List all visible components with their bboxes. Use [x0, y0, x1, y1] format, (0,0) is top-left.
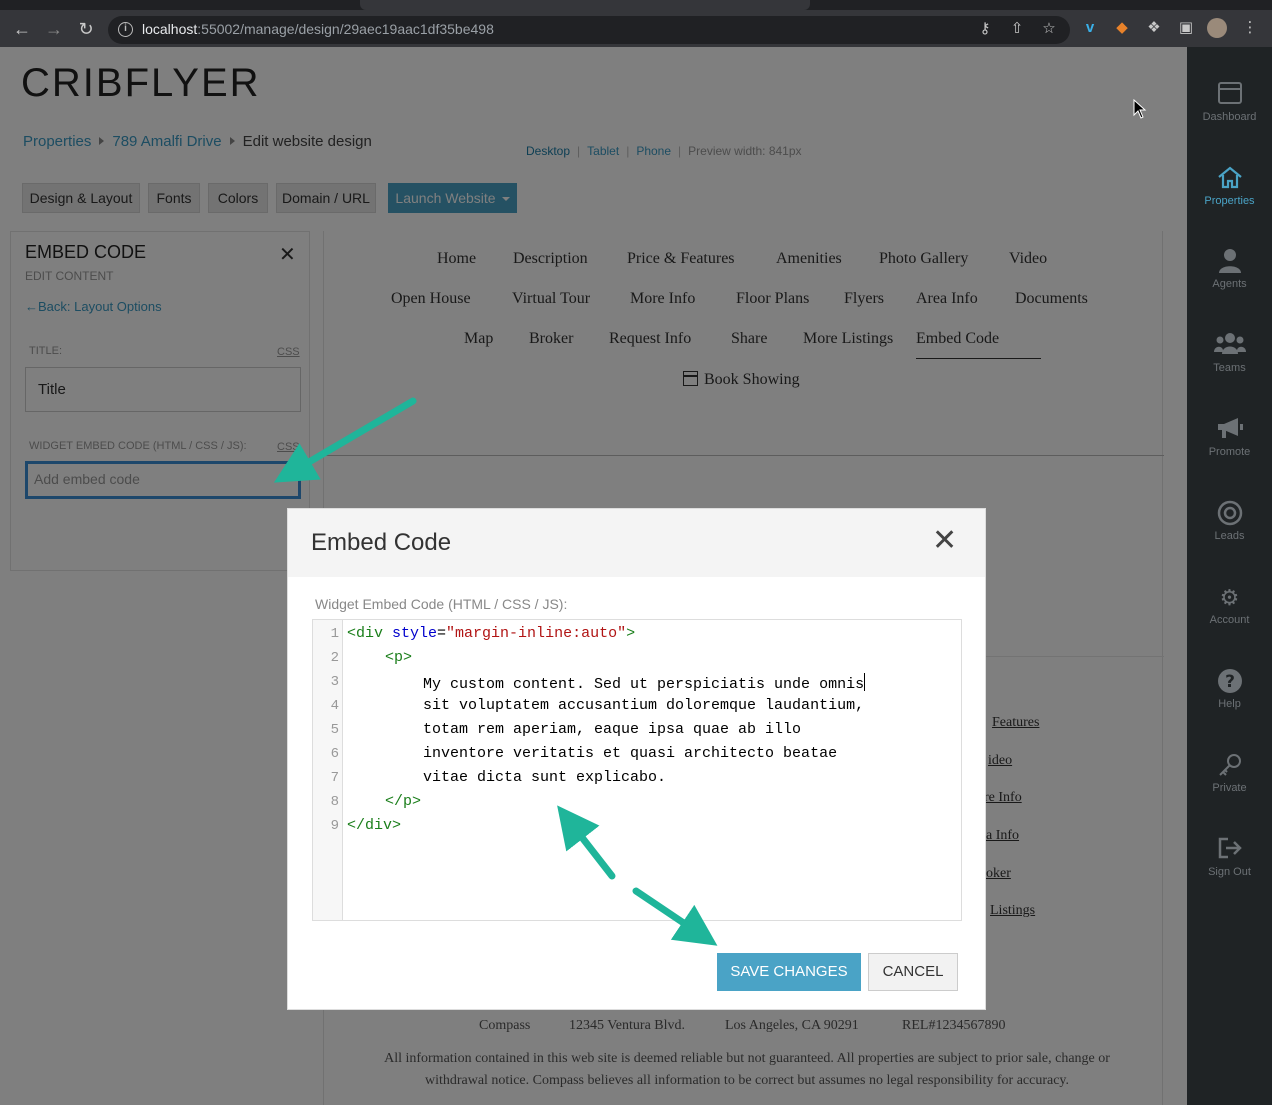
fox-extension-icon[interactable]: ◆	[1113, 19, 1131, 37]
line-number: 3	[330, 674, 339, 690]
text-cursor	[864, 673, 866, 691]
code-line[interactable]: inventore veritatis et quasi architecto …	[423, 745, 837, 762]
key-icon	[1187, 752, 1272, 780]
home-icon	[1187, 165, 1272, 193]
code-line[interactable]: <p>	[385, 649, 412, 666]
reload-icon[interactable]: ↻	[75, 18, 97, 40]
code-line[interactable]: sit voluptatem accusantium doloremque la…	[423, 697, 864, 714]
sidebar-item-sign-out[interactable]: Sign Out	[1187, 836, 1272, 878]
code-line[interactable]: totam rem aperiam, eaque ipsa quae ab il…	[423, 721, 801, 738]
sidebar-item-account[interactable]: ⚙ Account	[1187, 584, 1272, 626]
browser-chrome: ← → ↻ i localhost:55002/manage/design/29…	[0, 0, 1272, 47]
sidebar-label: Dashboard	[1202, 111, 1257, 123]
code-tag: <div	[347, 625, 393, 642]
forward-icon[interactable]: →	[43, 18, 65, 40]
menu-dots-icon[interactable]: ⋮	[1241, 19, 1259, 37]
address-bar[interactable]: i localhost:55002/manage/design/29aec19a…	[108, 16, 1070, 44]
sidebar-item-dashboard[interactable]: Dashboard	[1187, 81, 1272, 123]
sidebar-item-promote[interactable]: Promote	[1187, 416, 1272, 458]
sidebar-item-agents[interactable]: Agents	[1187, 248, 1272, 290]
site-info-icon[interactable]: i	[118, 22, 133, 37]
code-line[interactable]: </p>	[385, 793, 421, 810]
sidebar-item-properties[interactable]: Properties	[1187, 165, 1272, 207]
sidebar-item-leads[interactable]: Leads	[1187, 500, 1272, 542]
code-line[interactable]: My custom content. Sed ut perspiciatis u…	[423, 673, 866, 693]
code-line[interactable]: <div style="margin-inline:auto">	[347, 625, 635, 642]
code-attr: style	[392, 625, 438, 642]
help-icon: ?	[1187, 668, 1272, 696]
mouse-pointer-icon	[1133, 99, 1147, 119]
star-icon[interactable]: ☆	[1040, 20, 1058, 38]
code-line[interactable]: vitae dicta sunt explicabo.	[423, 769, 666, 786]
line-number: 7	[330, 770, 339, 786]
line-number: 9	[330, 818, 339, 834]
back-icon[interactable]: ←	[11, 18, 33, 40]
profile-avatar[interactable]	[1207, 18, 1227, 38]
code-eq: =	[437, 625, 447, 642]
sidebar-label: Private	[1212, 782, 1247, 794]
dashboard-icon	[1187, 81, 1272, 109]
svg-text:?: ?	[1225, 672, 1235, 692]
sidebar-label: Account	[1209, 614, 1250, 626]
code-text: My custom content. Sed ut perspiciatis u…	[423, 676, 865, 693]
code-line[interactable]: </div>	[347, 817, 401, 834]
sidebar-label: Leads	[1214, 530, 1245, 542]
sidebar-item-help[interactable]: ? Help	[1187, 668, 1272, 710]
extensions-icon[interactable]: ❖	[1145, 19, 1163, 37]
modal-embed-label: Widget Embed Code (HTML / CSS / JS):	[315, 596, 568, 612]
url-text: localhost:55002/manage/design/29aec19aac…	[142, 21, 494, 37]
cancel-button[interactable]: CANCEL	[868, 953, 958, 991]
sidebar-label: Help	[1218, 698, 1241, 710]
modal-title: Embed Code	[311, 529, 452, 556]
megaphone-icon	[1187, 416, 1272, 444]
url-host: localhost	[142, 21, 198, 37]
tab-strip	[0, 0, 1272, 10]
users-icon	[1187, 332, 1272, 360]
browser-tab[interactable]	[360, 0, 810, 10]
line-number: 2	[330, 650, 339, 666]
sidebar-label: Properties	[1204, 195, 1255, 207]
target-icon	[1187, 500, 1272, 528]
gear-icon: ⚙	[1219, 585, 1240, 610]
sidebar-label: Agents	[1212, 278, 1247, 290]
embed-code-modal: Embed Code ✕ Widget Embed Code (HTML / C…	[287, 508, 986, 1010]
url-path: :55002/manage/design/29aec19aac1df35be49…	[197, 21, 494, 37]
line-number: 5	[330, 722, 339, 738]
sidebar-label: Teams	[1213, 362, 1246, 374]
code-string: "margin-inline:auto"	[446, 625, 627, 642]
vimeo-extension-icon[interactable]: v	[1081, 19, 1099, 37]
code-tag: >	[626, 625, 636, 642]
line-number: 1	[330, 626, 339, 642]
line-number: 4	[330, 698, 339, 714]
code-editor[interactable]: 1 2 3 4 5 6 7 8 9 <div style="margin-inl…	[312, 619, 962, 921]
sidebar-item-private[interactable]: Private	[1187, 752, 1272, 794]
app-sidebar: Dashboard Properties Agents Teams Promot…	[1187, 47, 1272, 1105]
user-icon	[1187, 248, 1272, 276]
sidebar-item-teams[interactable]: Teams	[1187, 332, 1272, 374]
key-icon[interactable]: ⚷	[976, 20, 994, 38]
share-icon[interactable]: ⇧	[1008, 20, 1026, 38]
sign-out-icon	[1187, 836, 1272, 864]
line-number: 8	[330, 794, 339, 810]
sidepanel-icon[interactable]: ▣	[1177, 19, 1195, 37]
modal-close-icon[interactable]: ✕	[932, 523, 957, 558]
save-changes-button[interactable]: SAVE CHANGES	[717, 953, 861, 991]
line-number: 6	[330, 746, 339, 762]
sidebar-label: Promote	[1208, 446, 1251, 458]
sidebar-label: Sign Out	[1208, 866, 1251, 878]
